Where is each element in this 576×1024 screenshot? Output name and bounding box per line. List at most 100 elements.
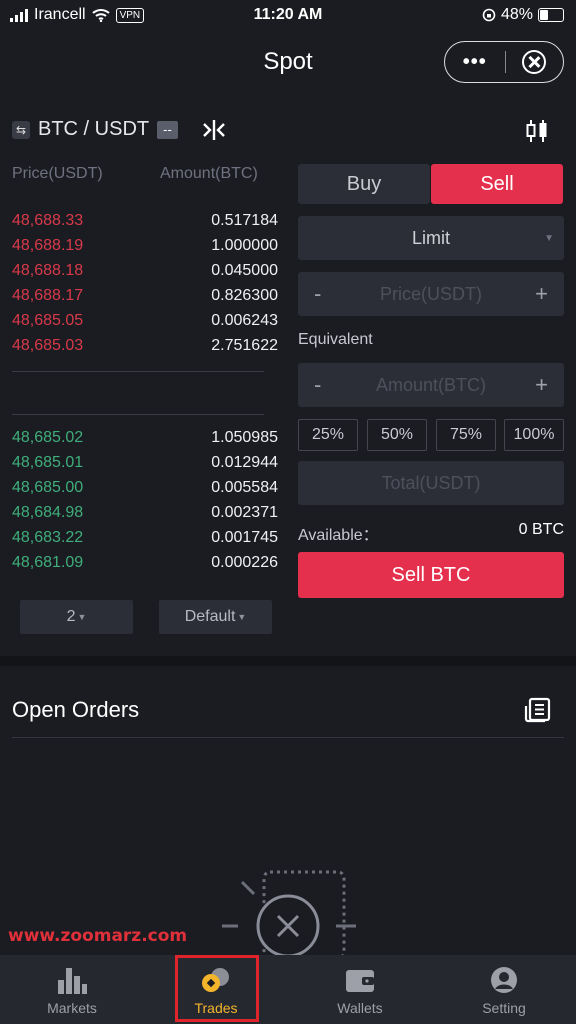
- nav-wallets[interactable]: Wallets: [288, 955, 432, 1024]
- markets-bars-icon: [56, 964, 88, 994]
- bid-price: 48,684.98: [12, 504, 84, 521]
- more-dots-icon[interactable]: •••: [445, 51, 505, 74]
- tab-buy[interactable]: Buy: [298, 164, 430, 204]
- ask-amount: 0.006243: [211, 312, 278, 329]
- bid-amount: 1.050985: [211, 429, 278, 446]
- price-placeholder: Price(USDT): [380, 283, 482, 304]
- bid-row[interactable]: 48,685.01 0.012944: [12, 454, 278, 479]
- ask-price: 48,685.05: [12, 312, 84, 329]
- tab-sell[interactable]: Sell: [431, 164, 563, 204]
- percent-50-button[interactable]: 50%: [367, 419, 427, 451]
- section-separator: [0, 656, 576, 666]
- caret-down-icon: ▼: [544, 232, 554, 244]
- ask-price: 48,688.19: [12, 237, 84, 254]
- bid-row[interactable]: 48,685.00 0.005584: [12, 479, 278, 504]
- available-value: 0 BTC: [518, 521, 564, 538]
- bid-amount: 0.012944: [211, 454, 278, 471]
- sell-btc-button[interactable]: Sell BTC: [298, 552, 564, 598]
- ask-row[interactable]: 48,685.03 2.751622: [12, 337, 278, 362]
- watermark: www.zoomarz.com: [8, 926, 188, 946]
- bid-row[interactable]: 48,684.98 0.002371: [12, 504, 278, 529]
- ask-price: 48,688.18: [12, 262, 84, 279]
- view-select[interactable]: Default ▼: [159, 600, 272, 634]
- nav-markets[interactable]: Markets: [0, 955, 144, 1024]
- amount-input[interactable]: - Amount(BTC) +: [298, 363, 564, 407]
- chevron-down-icon: ▼: [237, 612, 247, 622]
- ask-amount: 0.517184: [211, 212, 278, 229]
- bid-row[interactable]: 48,683.22 0.001745: [12, 529, 278, 554]
- bid-price: 48,683.22: [12, 529, 84, 546]
- price-decrease-button[interactable]: -: [314, 281, 321, 307]
- mini-app-capsule: •••: [444, 41, 564, 83]
- bottom-nav: Markets Trades Wallets Setting: [0, 955, 576, 1024]
- price-column-header: Price(USDT): [12, 165, 103, 182]
- battery-info: 48%: [482, 6, 564, 24]
- no-orders-icon: [216, 866, 366, 963]
- ask-amount: 1.000000: [211, 237, 278, 254]
- bid-amount: 0.005584: [211, 479, 278, 496]
- open-orders-title: Open Orders: [12, 697, 140, 722]
- equivalent-label: Equivalent: [298, 331, 373, 348]
- view-select-value: Default: [184, 608, 236, 625]
- percent-75-button[interactable]: 75%: [436, 419, 496, 451]
- chevron-down-icon: ▼: [77, 612, 87, 622]
- ask-price: 48,688.33: [12, 212, 84, 229]
- amount-placeholder: Amount(BTC): [375, 374, 487, 395]
- percent-100-button[interactable]: 100%: [504, 419, 564, 451]
- wallet-icon: [344, 964, 376, 994]
- percent-25-button[interactable]: 25%: [298, 419, 358, 451]
- candlestick-chart-icon[interactable]: [524, 118, 550, 149]
- total-placeholder: Total(USDT): [381, 472, 481, 493]
- order-type-value: Limit: [411, 227, 450, 248]
- spread-divider-bottom: [12, 414, 264, 415]
- bid-amount: 0.000226: [211, 554, 278, 571]
- ask-amount: 2.751622: [211, 337, 278, 354]
- available-label: Available：: [298, 527, 379, 544]
- total-input[interactable]: Total(USDT): [298, 461, 564, 505]
- price-increase-button[interactable]: +: [535, 281, 548, 307]
- swap-icon: ⇆: [12, 120, 30, 139]
- user-circle-icon: [488, 964, 520, 994]
- bid-amount: 0.001745: [211, 529, 278, 546]
- depth-select[interactable]: 2 ▼: [20, 600, 133, 634]
- nav-markets-label: Markets: [47, 1000, 97, 1016]
- order-history-icon[interactable]: [524, 697, 552, 728]
- ask-amount: 0.826300: [211, 287, 278, 304]
- spread-divider-top: [12, 371, 264, 372]
- bid-price: 48,685.01: [12, 454, 84, 471]
- nav-wallets-label: Wallets: [337, 1000, 383, 1016]
- rotation-lock-icon: [482, 8, 496, 22]
- status-bar: Irancell VPN 11:20 AM 48%: [0, 0, 576, 30]
- battery-icon: [538, 8, 564, 22]
- close-button[interactable]: [505, 50, 563, 74]
- ask-row[interactable]: 48,688.33 0.517184: [12, 212, 278, 237]
- highlight-box: [175, 955, 259, 1022]
- bid-price: 48,681.09: [12, 554, 84, 571]
- open-orders-divider: [12, 737, 564, 738]
- ask-row[interactable]: 48,688.19 1.000000: [12, 237, 278, 262]
- bid-row[interactable]: 48,685.02 1.050985: [12, 429, 278, 454]
- ask-amount: 0.045000: [211, 262, 278, 279]
- ask-row[interactable]: 48,688.17 0.826300: [12, 287, 278, 312]
- collapse-arrows-icon[interactable]: [201, 118, 227, 148]
- ask-price: 48,685.03: [12, 337, 84, 354]
- bid-amount: 0.002371: [211, 504, 278, 521]
- pair-selector[interactable]: ⇆ BTC / USDT --: [12, 118, 178, 141]
- amount-increase-button[interactable]: +: [535, 372, 548, 398]
- order-type-select[interactable]: Limit ▼: [298, 216, 564, 260]
- ask-row[interactable]: 48,688.18 0.045000: [12, 262, 278, 287]
- amount-decrease-button[interactable]: -: [314, 372, 321, 398]
- ask-price: 48,688.17: [12, 287, 84, 304]
- pair-symbol: BTC / USDT: [38, 118, 150, 140]
- close-circle-icon: [522, 50, 547, 74]
- ask-row[interactable]: 48,685.05 0.006243: [12, 312, 278, 337]
- bid-price: 48,685.00: [12, 479, 84, 496]
- price-input[interactable]: - Price(USDT) +: [298, 272, 564, 316]
- depth-select-value: 2: [66, 608, 76, 625]
- battery-percent: 48%: [500, 6, 533, 23]
- pair-change-badge: --: [157, 120, 178, 139]
- bid-price: 48,685.02: [12, 429, 84, 446]
- bid-row[interactable]: 48,681.09 0.000226: [12, 554, 278, 579]
- amount-column-header: Amount(BTC): [160, 165, 258, 182]
- nav-setting[interactable]: Setting: [432, 955, 576, 1024]
